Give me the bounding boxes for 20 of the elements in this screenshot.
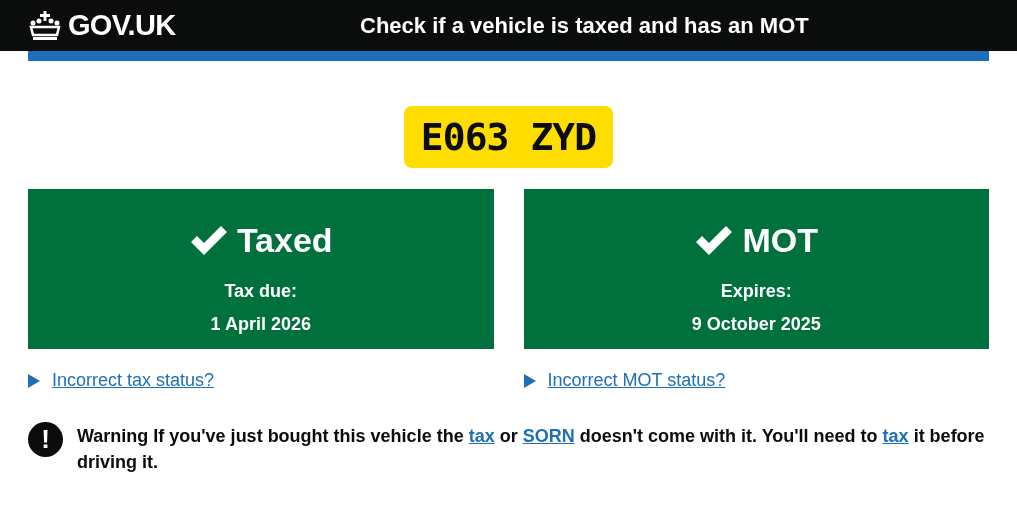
status-title: MOT [742, 220, 818, 261]
warning-link[interactable]: tax [882, 426, 909, 446]
status-title: Taxed [236, 220, 333, 261]
status-label: Expires: [720, 280, 792, 303]
warning-link[interactable]: SORN [522, 426, 575, 446]
warning-link[interactable]: tax [468, 426, 495, 446]
number-plate: E063 ZYD [403, 106, 614, 168]
triangle-icon [28, 373, 40, 388]
site-logo[interactable]: GOV.UK [68, 3, 176, 48]
crown-icon [28, 10, 62, 41]
details-link[interactable]: Incorrect MOT status? [547, 367, 726, 394]
warning-text: Warning If you've just bought this vehicle the tax or SORN doesn't come with it. You'll need to tax it before driving it. [77, 425, 986, 474]
status-date: 9 October 2025 [691, 313, 821, 336]
triangle-icon [523, 373, 536, 388]
status-label: Tax due: [224, 280, 298, 303]
details-link[interactable]: Incorrect tax status? [52, 367, 215, 394]
status-date: 1 April 2026 [210, 313, 311, 336]
check-icon [694, 224, 735, 257]
service-title: Check if a vehicle is taxed and has an MOT [360, 12, 809, 40]
warning-icon: ! [28, 422, 63, 457]
